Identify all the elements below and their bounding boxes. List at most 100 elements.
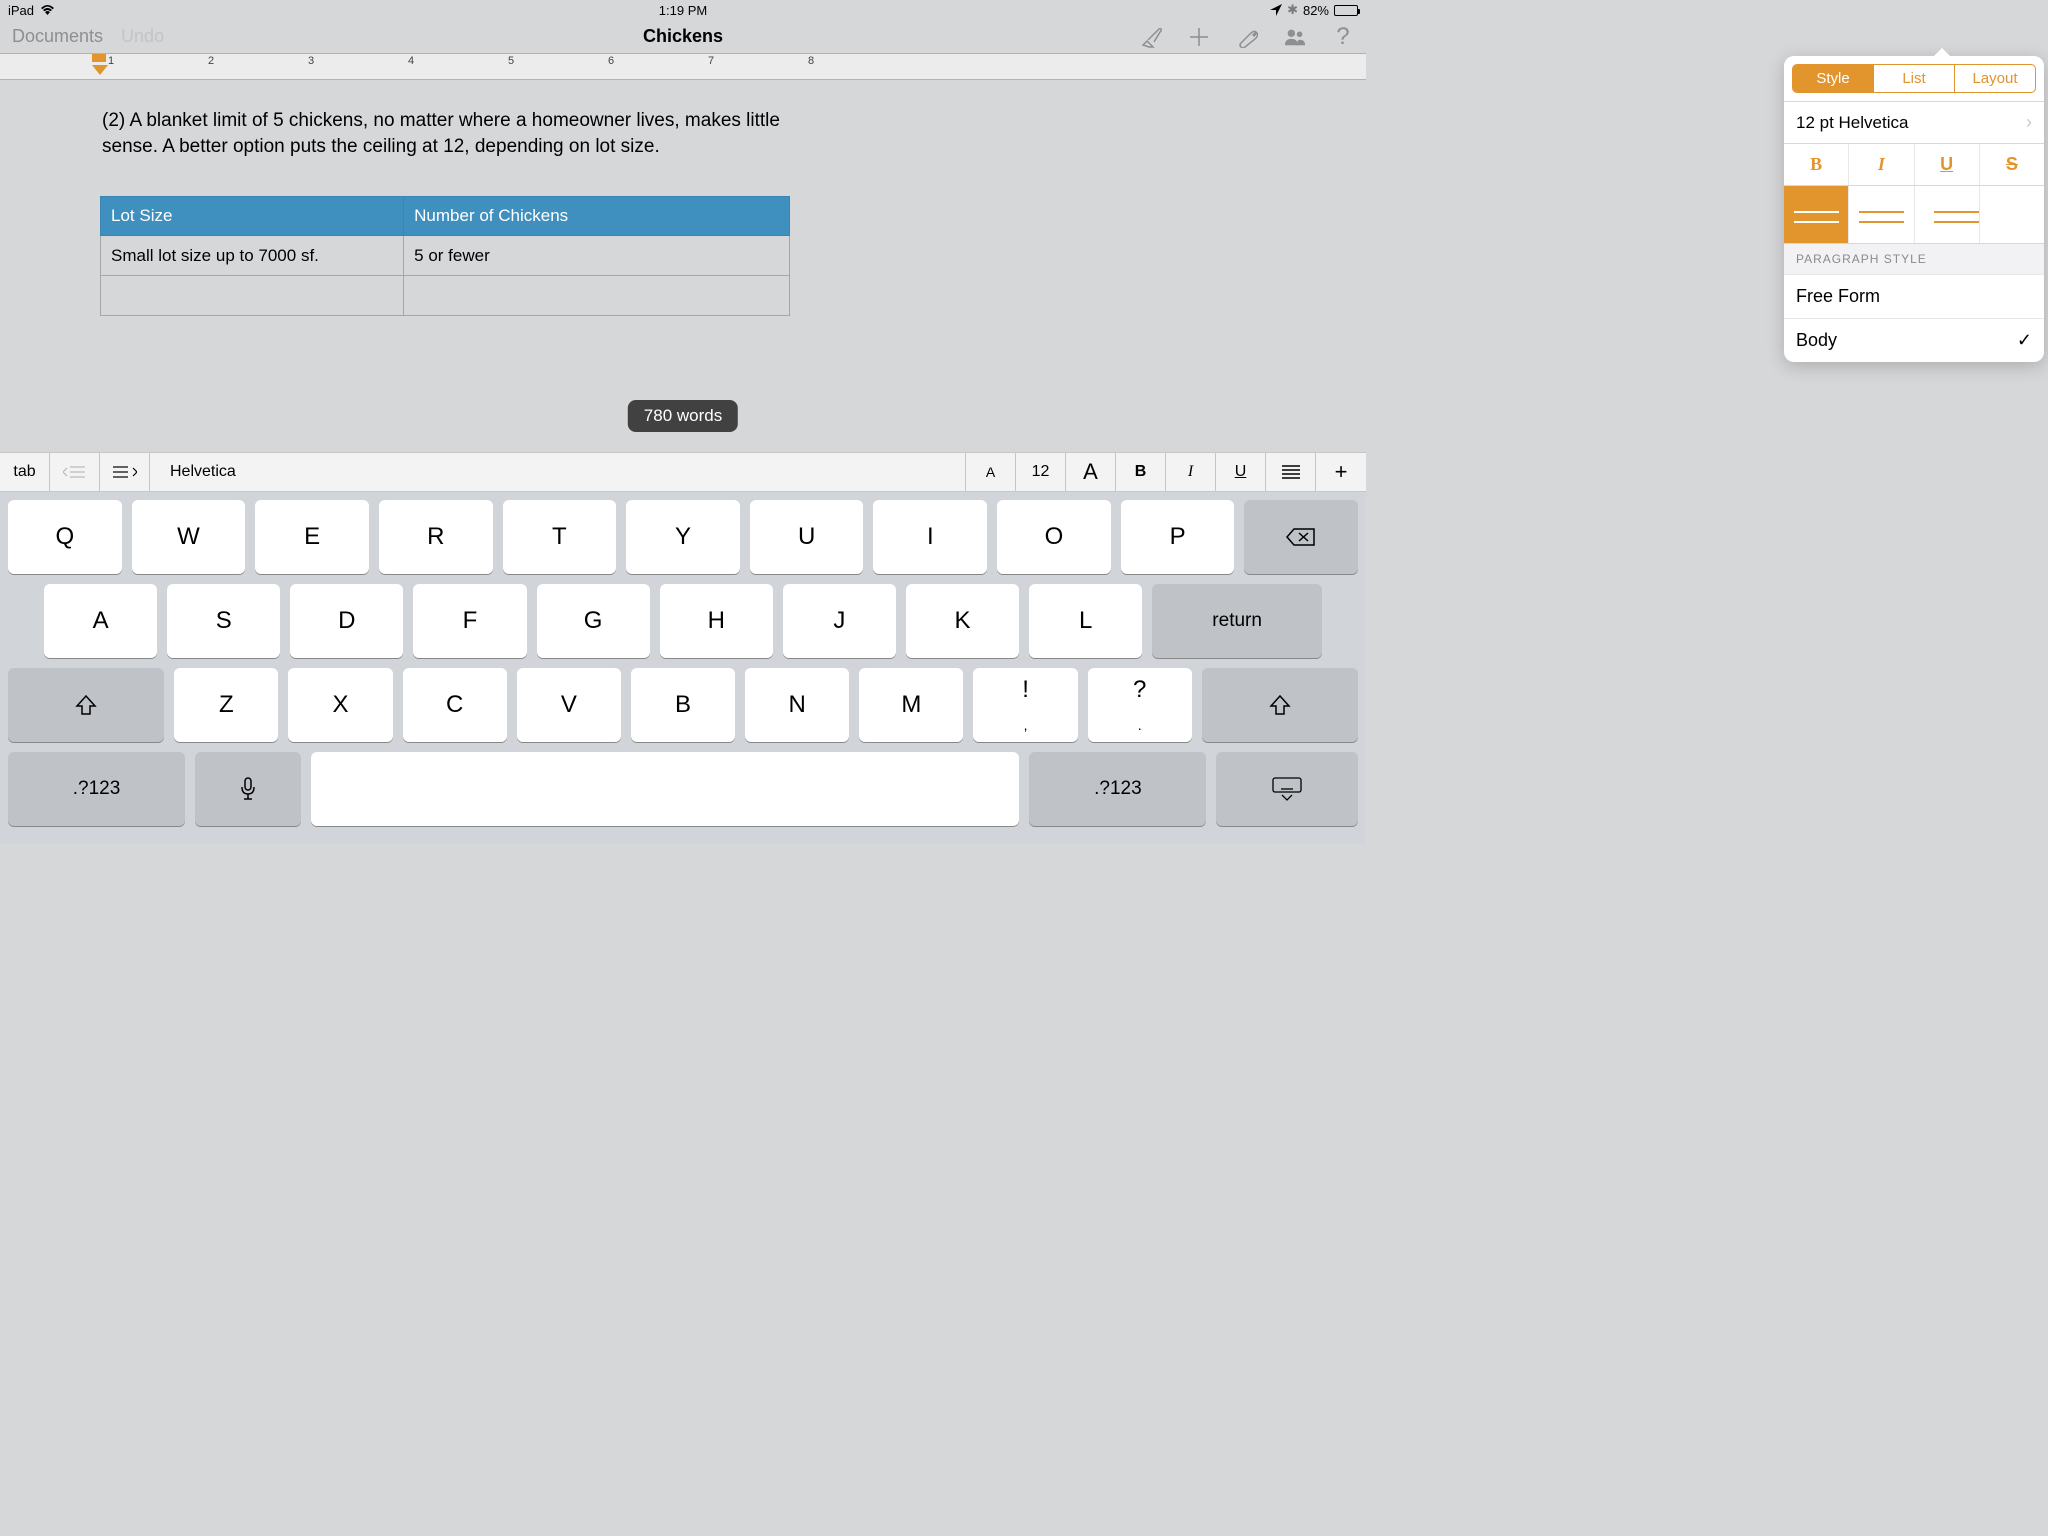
numbers-key-right[interactable]: .?123 <box>1029 752 1206 826</box>
wifi-icon <box>40 4 55 16</box>
key-g[interactable]: G <box>537 584 650 658</box>
key-c[interactable]: C <box>403 668 507 742</box>
tab-style[interactable]: Style <box>1793 65 1874 92</box>
tab-layout[interactable]: Layout <box>1955 65 2035 92</box>
clock: 1:19 PM <box>458 3 908 18</box>
key-h[interactable]: H <box>660 584 773 658</box>
shift-key-left[interactable] <box>8 668 164 742</box>
indent-marker-first-line[interactable] <box>92 54 106 62</box>
bold-button[interactable]: B <box>1116 453 1166 491</box>
key-z[interactable]: Z <box>174 668 278 742</box>
popover-arrow <box>1932 48 1952 58</box>
bluetooth-icon: ✱ <box>1287 2 1298 18</box>
undo-button[interactable]: Undo <box>121 26 164 47</box>
font-name-field[interactable]: Helvetica <box>150 453 966 491</box>
key-f[interactable]: F <box>413 584 526 658</box>
ruler-mark: 3 <box>308 55 314 67</box>
font-size-increase[interactable]: A <box>1066 453 1116 491</box>
paragraph-style-body[interactable]: Body ✓ <box>1784 318 2044 362</box>
key-comma[interactable]: !, <box>973 668 1077 742</box>
documents-button[interactable]: Documents <box>12 26 103 47</box>
table-cell[interactable]: 5 or fewer <box>404 236 790 276</box>
indent-marker-left[interactable] <box>92 65 108 75</box>
document-table[interactable]: Lot Size Number of Chickens Small lot si… <box>100 196 790 316</box>
table-cell[interactable] <box>404 276 790 316</box>
key-k[interactable]: K <box>906 584 1019 658</box>
table-row[interactable] <box>101 276 790 316</box>
popover-tabs: Style List Layout <box>1792 64 2036 93</box>
key-a[interactable]: A <box>44 584 157 658</box>
align-button[interactable] <box>1266 453 1316 491</box>
paragraph-style-free-form[interactable]: Free Form <box>1784 274 2044 318</box>
format-brush-icon[interactable] <box>1140 26 1162 48</box>
wrench-icon[interactable] <box>1236 26 1258 48</box>
tab-list[interactable]: List <box>1874 65 1955 92</box>
font-row[interactable]: 12 pt Helvetica › <box>1784 101 2044 143</box>
underline-button[interactable]: U <box>1915 144 1980 185</box>
key-e[interactable]: E <box>255 500 369 574</box>
ruler[interactable]: 1 2 3 4 5 6 7 8 <box>0 54 1366 80</box>
key-b[interactable]: B <box>631 668 735 742</box>
strikethrough-button[interactable]: S <box>1980 144 2044 185</box>
align-justify-button[interactable] <box>1980 186 2044 243</box>
key-l[interactable]: L <box>1029 584 1142 658</box>
alignment-row <box>1784 185 2044 243</box>
add-button[interactable]: + <box>1316 453 1366 491</box>
align-right-button[interactable] <box>1915 186 1980 243</box>
key-t[interactable]: T <box>503 500 617 574</box>
bold-button[interactable]: B <box>1784 144 1849 185</box>
key-y[interactable]: Y <box>626 500 740 574</box>
table-cell[interactable] <box>101 276 404 316</box>
help-icon[interactable]: ? <box>1332 26 1354 48</box>
add-icon[interactable] <box>1188 26 1210 48</box>
table-header[interactable]: Lot Size <box>101 197 404 236</box>
device-label: iPad <box>8 3 34 18</box>
font-size-value[interactable]: 12 <box>1016 453 1066 491</box>
numbers-key-left[interactable]: .?123 <box>8 752 185 826</box>
document-area[interactable]: (2) A blanket limit of 5 chickens, no ma… <box>0 80 1366 452</box>
key-o[interactable]: O <box>997 500 1111 574</box>
backspace-key[interactable] <box>1244 500 1358 574</box>
ruler-mark: 1 <box>108 55 114 67</box>
paragraph[interactable]: (2) A blanket limit of 5 chickens, no ma… <box>102 108 792 160</box>
key-r[interactable]: R <box>379 500 493 574</box>
table-row[interactable]: Small lot size up to 7000 sf. 5 or fewer <box>101 236 790 276</box>
italic-button[interactable]: I <box>1849 144 1914 185</box>
chevron-right-icon: › <box>2026 112 2032 133</box>
return-key[interactable]: return <box>1152 584 1322 658</box>
key-n[interactable]: N <box>745 668 849 742</box>
align-left-button[interactable] <box>1784 186 1849 243</box>
checkmark-icon: ✓ <box>2017 330 2032 351</box>
outdent-button[interactable] <box>50 453 100 491</box>
underline-button[interactable]: U <box>1216 453 1266 491</box>
key-x[interactable]: X <box>288 668 392 742</box>
font-size-decrease[interactable]: A <box>966 453 1016 491</box>
ruler-mark: 4 <box>408 55 414 67</box>
key-i[interactable]: I <box>873 500 987 574</box>
on-screen-keyboard: Q W E R T Y U I O P A S D F G H J K L re… <box>0 492 1366 844</box>
tab-key-button[interactable]: tab <box>0 453 50 491</box>
dismiss-keyboard-key[interactable] <box>1216 752 1358 826</box>
share-collab-icon[interactable] <box>1284 26 1306 48</box>
key-m[interactable]: M <box>859 668 963 742</box>
italic-button[interactable]: I <box>1166 453 1216 491</box>
key-period[interactable]: ?. <box>1088 668 1192 742</box>
paragraph-style-label-text: Body <box>1796 330 1837 351</box>
key-v[interactable]: V <box>517 668 621 742</box>
shift-key-right[interactable] <box>1202 668 1358 742</box>
key-u[interactable]: U <box>750 500 864 574</box>
key-p[interactable]: P <box>1121 500 1235 574</box>
key-s[interactable]: S <box>167 584 280 658</box>
key-j[interactable]: J <box>783 584 896 658</box>
table-cell[interactable]: Small lot size up to 7000 sf. <box>101 236 404 276</box>
key-q[interactable]: Q <box>8 500 122 574</box>
key-w[interactable]: W <box>132 500 246 574</box>
battery-icon <box>1334 5 1358 16</box>
indent-button[interactable] <box>100 453 150 491</box>
word-count-badge[interactable]: 780 words <box>628 400 738 432</box>
key-d[interactable]: D <box>290 584 403 658</box>
align-center-button[interactable] <box>1849 186 1914 243</box>
dictation-key[interactable] <box>195 752 301 826</box>
table-header[interactable]: Number of Chickens <box>404 197 790 236</box>
spacebar[interactable] <box>311 752 1019 826</box>
